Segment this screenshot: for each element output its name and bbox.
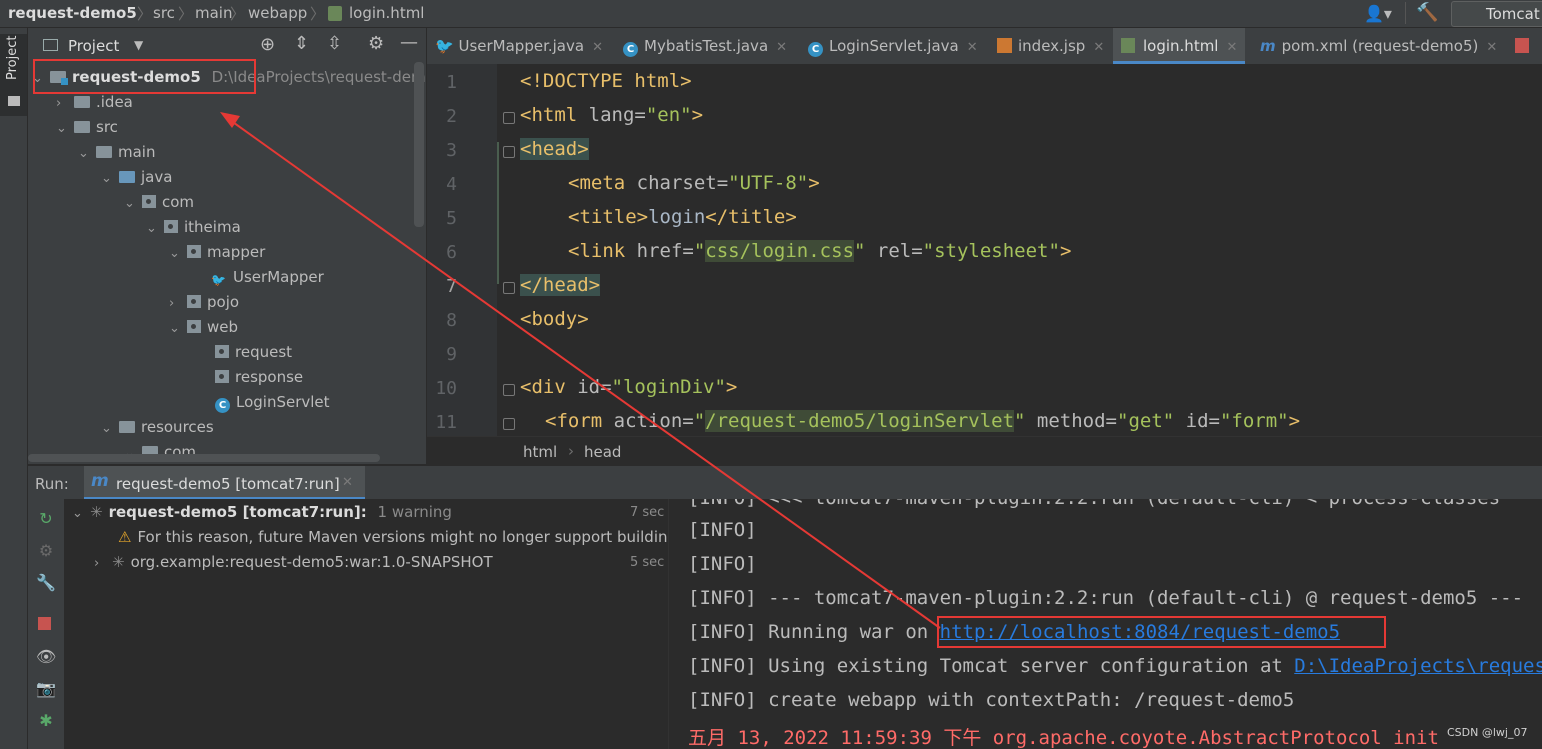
watermark: CSDN @lwj_07 bbox=[1447, 726, 1528, 739]
annotation-arrow bbox=[220, 112, 941, 629]
